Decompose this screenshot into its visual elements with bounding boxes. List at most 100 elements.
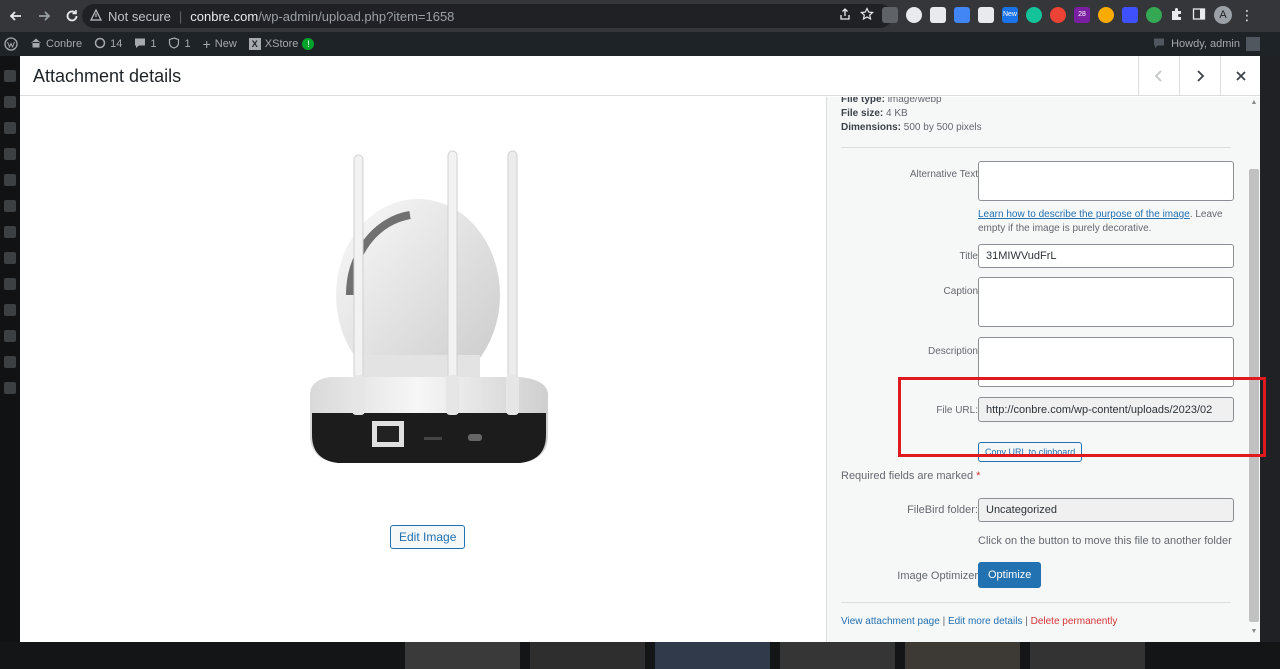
image-optimizer-label: Image Optimizer bbox=[897, 570, 978, 582]
collapse-menu-icon[interactable] bbox=[4, 382, 16, 394]
dimensions-label: Dimensions: bbox=[841, 122, 902, 133]
alt-text-help: Learn how to describe the purpose of the… bbox=[978, 208, 1238, 236]
xstore-link[interactable]: X XStore ! bbox=[248, 38, 315, 50]
site-name-link[interactable]: Conbre bbox=[30, 37, 82, 52]
alt-text-help-link[interactable]: Learn how to describe the purpose of the… bbox=[978, 209, 1190, 220]
tools-icon[interactable] bbox=[4, 330, 16, 342]
appearance-icon[interactable] bbox=[4, 252, 16, 264]
users-icon[interactable] bbox=[4, 304, 16, 316]
moon-extension-icon[interactable] bbox=[1098, 7, 1114, 23]
bookmark-star-icon[interactable] bbox=[859, 6, 875, 24]
warning-icon bbox=[90, 8, 102, 24]
globe-extension-icon[interactable] bbox=[906, 7, 922, 23]
profile-avatar[interactable]: A bbox=[1214, 6, 1232, 24]
view-attachment-link[interactable]: View attachment page bbox=[841, 616, 940, 627]
xstore-status-badge: ! bbox=[302, 38, 315, 50]
comments-menu-icon[interactable] bbox=[4, 174, 16, 186]
delete-permanently-link[interactable]: Delete permanently bbox=[1031, 616, 1118, 627]
forward-arrow-icon[interactable] bbox=[32, 4, 56, 28]
required-text: Required fields are marked bbox=[841, 470, 974, 482]
camera-extension-icon[interactable] bbox=[978, 7, 994, 23]
shield-icon bbox=[168, 36, 180, 52]
alt-text-textarea[interactable] bbox=[978, 161, 1234, 201]
required-star: * bbox=[976, 470, 981, 482]
wordpress-logo-icon[interactable] bbox=[4, 37, 18, 51]
chevron-left-icon bbox=[1154, 70, 1162, 82]
edit-image-button[interactable]: Edit Image bbox=[390, 525, 466, 549]
chevron-right-icon bbox=[1196, 70, 1204, 82]
required-fields-note: Required fields are marked * bbox=[841, 470, 980, 482]
color-picker-extension-icon[interactable] bbox=[1050, 7, 1066, 23]
pages-icon[interactable] bbox=[4, 148, 16, 160]
dimensions-row: Dimensions: 500 by 500 pixels bbox=[841, 122, 982, 133]
new-extension-icon[interactable]: New bbox=[1002, 7, 1018, 23]
previous-attachment-button[interactable] bbox=[1138, 56, 1178, 96]
laptop-extension-icon[interactable] bbox=[930, 7, 946, 23]
file-type-value: image/webp bbox=[887, 97, 942, 105]
attachment-image bbox=[310, 150, 548, 463]
grammarly-extension-icon[interactable] bbox=[1026, 7, 1042, 23]
account-menu[interactable]: Howdy, admin bbox=[1153, 32, 1260, 56]
file-type-row: File type: image/webp bbox=[841, 97, 942, 105]
posts-icon[interactable] bbox=[4, 96, 16, 108]
translate-extension-icon[interactable] bbox=[954, 7, 970, 23]
comments-icon bbox=[134, 37, 146, 52]
alt-text-label: Alternative Text bbox=[909, 169, 978, 180]
url-domain: conbre.com bbox=[190, 8, 259, 24]
dimensions-value: 500 by 500 pixels bbox=[903, 122, 982, 133]
plugins-icon[interactable] bbox=[4, 278, 16, 290]
caption-textarea[interactable] bbox=[978, 277, 1234, 327]
reload-icon[interactable] bbox=[60, 4, 84, 28]
comments-link[interactable]: 1 bbox=[134, 37, 156, 52]
attachment-media-view: Edit Image bbox=[20, 97, 826, 642]
share-icon[interactable] bbox=[838, 7, 852, 24]
file-url-highlight bbox=[898, 377, 1266, 457]
puzzle-extensions-icon[interactable] bbox=[1170, 7, 1184, 24]
address-bar[interactable]: Not secure | conbre.com /wp-admin/upload… bbox=[82, 4, 892, 28]
title-input[interactable]: 31MIWVudFrL bbox=[978, 244, 1234, 268]
recycle-extension-icon[interactable] bbox=[882, 7, 898, 23]
edit-more-details-link[interactable]: Edit more details bbox=[948, 616, 1022, 627]
file-size-value: 4 KB bbox=[886, 108, 908, 119]
xstore-logo-icon: X bbox=[248, 38, 261, 50]
filebird-label: FileBird folder: bbox=[907, 504, 978, 516]
media-icon[interactable] bbox=[4, 122, 16, 134]
updates-link[interactable]: 14 bbox=[94, 37, 122, 52]
modal-header: Attachment details bbox=[20, 56, 1260, 96]
library-thumbnail bbox=[655, 642, 770, 669]
security-link[interactable]: 1 bbox=[168, 36, 191, 52]
new-content-link[interactable]: + New bbox=[203, 36, 237, 52]
filebird-folder-select[interactable]: Uncategorized bbox=[978, 498, 1234, 522]
shield-count: 1 bbox=[184, 38, 191, 50]
library-thumbnail bbox=[780, 642, 895, 669]
settings-icon[interactable] bbox=[4, 356, 16, 368]
sidebar-scrollbar[interactable]: ▲ ▼ bbox=[1248, 97, 1259, 642]
xstore-label: XStore bbox=[264, 38, 299, 50]
security-label: Not secure bbox=[108, 8, 171, 24]
sync-extension-icon[interactable] bbox=[1146, 7, 1162, 23]
optimize-button[interactable]: Optimize bbox=[978, 562, 1042, 588]
filebird-help: Click on the button to move this file to… bbox=[978, 535, 1232, 547]
action-separator: | bbox=[1025, 616, 1028, 627]
video-extension-icon[interactable] bbox=[1122, 7, 1138, 23]
details-divider bbox=[841, 147, 1231, 148]
close-modal-button[interactable] bbox=[1220, 56, 1260, 96]
products-icon[interactable] bbox=[4, 226, 16, 238]
counter-extension-icon[interactable]: 28 bbox=[1074, 7, 1090, 23]
library-thumbnail bbox=[405, 642, 520, 669]
woocommerce-icon[interactable] bbox=[4, 200, 16, 212]
url-separator: | bbox=[178, 8, 183, 24]
more-menu-icon[interactable]: ⋮ bbox=[1240, 8, 1254, 22]
back-arrow-icon[interactable] bbox=[4, 4, 28, 28]
dashboard-icon[interactable] bbox=[4, 70, 16, 82]
description-label: Description bbox=[927, 346, 978, 357]
attachment-details-modal: Attachment details Edit Image File type:… bbox=[20, 56, 1260, 642]
file-type-label: File type: bbox=[841, 97, 885, 105]
scroll-up-icon[interactable]: ▲ bbox=[1249, 99, 1259, 109]
scroll-down-icon[interactable]: ▼ bbox=[1249, 628, 1259, 638]
browser-toolbar: Not secure | conbre.com /wp-admin/upload… bbox=[0, 0, 1280, 32]
sidepanel-icon[interactable] bbox=[1192, 7, 1206, 24]
page-title: Attachment details bbox=[33, 66, 182, 86]
next-attachment-button[interactable] bbox=[1179, 56, 1219, 96]
attachment-actions: View attachment page | Edit more details… bbox=[841, 616, 1117, 627]
